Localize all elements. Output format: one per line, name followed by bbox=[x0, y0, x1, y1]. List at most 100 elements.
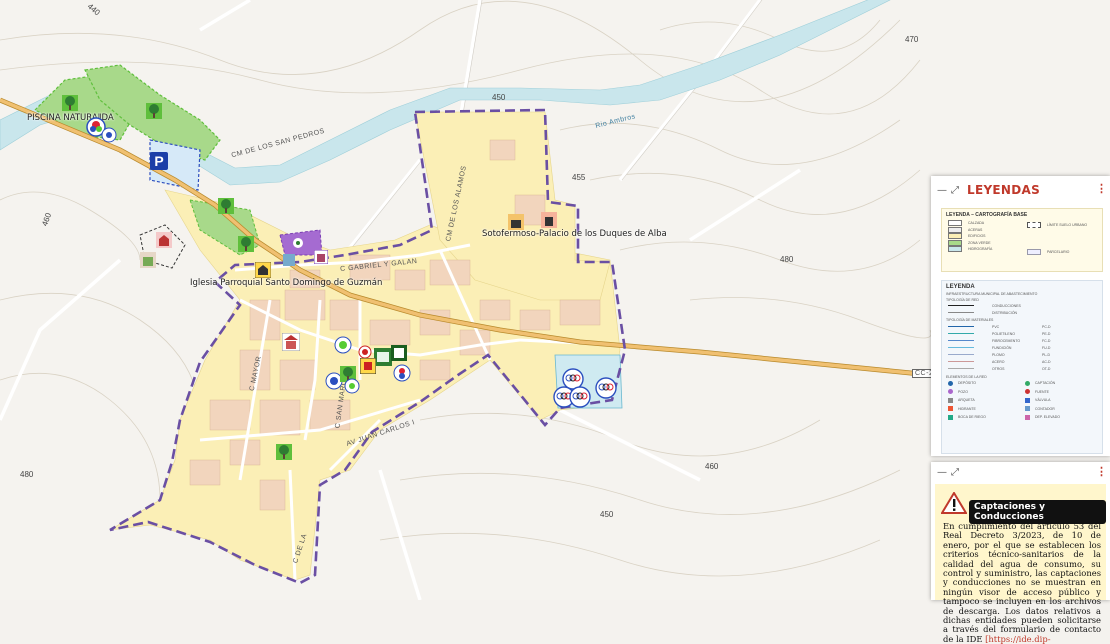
line-swatch bbox=[948, 340, 974, 341]
legend-code: PL-D bbox=[1042, 352, 1050, 357]
office-icon[interactable] bbox=[391, 345, 407, 366]
legend-materials-heading: TIPOLOGÍA DE MATERIALES bbox=[946, 318, 994, 322]
captaciones-text: En cumplimiento del artículo 53 del Real… bbox=[943, 521, 1101, 644]
legend-row: FUENTE bbox=[1025, 389, 1102, 396]
legend-row: ARQUETA bbox=[948, 397, 1025, 404]
legend-base-box: LEYENDA – CARTOGRAFÍA BASE CALZADA ACERA… bbox=[941, 208, 1103, 272]
captaciones-panel-header: — ⤢ ⋮ bbox=[931, 462, 1110, 482]
element-dot bbox=[1025, 414, 1030, 420]
legend-row: POZO bbox=[948, 389, 1025, 396]
swatch bbox=[1027, 248, 1041, 255]
legend-label: CALZADA bbox=[968, 221, 985, 226]
line-swatch bbox=[948, 368, 974, 369]
parking-icon[interactable]: P bbox=[149, 151, 169, 176]
element-dot bbox=[948, 397, 953, 403]
legend-infra-heading: LEYENDA bbox=[946, 284, 975, 290]
legend-code: FU-D bbox=[1042, 345, 1051, 350]
legend-row: PVC PC-D bbox=[948, 323, 1102, 330]
legend-row: FUNDICIÓN FU-D bbox=[948, 344, 1102, 351]
sport-center-icon[interactable] bbox=[393, 364, 411, 387]
park-icon[interactable] bbox=[344, 378, 360, 399]
townhall-icon[interactable] bbox=[313, 249, 329, 269]
legend-row: CONDUCCIONES bbox=[948, 302, 1102, 309]
line-swatch bbox=[948, 304, 974, 307]
legend-row: OTROS OT-D bbox=[948, 365, 1102, 372]
contour-label: 470 bbox=[905, 35, 919, 44]
expand-icon[interactable]: ⤢ bbox=[951, 185, 959, 196]
legend-row: FIBROCEMENTO FC-D bbox=[948, 337, 1102, 344]
tree-icon[interactable] bbox=[276, 444, 292, 465]
element-dot bbox=[948, 380, 953, 386]
element-dot bbox=[948, 406, 953, 412]
building-icon[interactable] bbox=[140, 252, 156, 273]
olympic-pool-icon[interactable] bbox=[595, 377, 617, 404]
contour-label: 480 bbox=[780, 255, 794, 264]
element-dot bbox=[948, 414, 953, 420]
legend-label: FUNDICIÓN bbox=[992, 345, 1012, 350]
swatch bbox=[948, 239, 962, 246]
legend-panel: — ⤢ LEYENDAS ⋮ LEYENDA – CARTOGRAFÍA BAS… bbox=[931, 176, 1110, 456]
tree-icon[interactable] bbox=[218, 198, 234, 219]
legend-row: DEP. ELEVADO bbox=[1025, 414, 1102, 421]
legend-label: DEP. ELEVADO bbox=[1035, 415, 1060, 420]
minimize-button[interactable]: — bbox=[937, 185, 947, 196]
cemetery-icon[interactable] bbox=[156, 232, 172, 253]
legend-row: ACERO AC-D bbox=[948, 358, 1102, 365]
castle-icon[interactable] bbox=[508, 214, 524, 235]
legend-title: LEYENDAS bbox=[967, 183, 1041, 197]
school-icon[interactable] bbox=[334, 336, 352, 359]
legend-row: CONTADOR bbox=[1025, 406, 1102, 413]
legend-label: ARQUETA bbox=[958, 398, 975, 403]
element-dot bbox=[1025, 380, 1030, 386]
contour-label: 450 bbox=[492, 93, 506, 102]
legend-label: PARCELARIO bbox=[1047, 249, 1070, 254]
legend-label: ZONA VERDE bbox=[968, 240, 991, 245]
ide-link[interactable]: [https://ide.dip- bbox=[985, 634, 1050, 644]
swatch bbox=[948, 233, 962, 240]
legend-label: PLOMO bbox=[992, 352, 1005, 357]
legend-row: DISTRIBUCIÓN bbox=[948, 309, 1102, 316]
contour-label: 455 bbox=[572, 173, 586, 182]
legend-row: PARCELARIO bbox=[1027, 248, 1087, 256]
legend-row: CAPTACIÓN bbox=[1025, 380, 1102, 387]
legend-label: CAPTACIÓN bbox=[1035, 381, 1056, 386]
monument-icon[interactable] bbox=[541, 212, 557, 233]
legend-code: PE-D bbox=[1042, 331, 1051, 336]
tree-icon[interactable] bbox=[238, 236, 254, 257]
contour-label: 450 bbox=[600, 510, 614, 519]
pharmacy-icon[interactable] bbox=[359, 357, 377, 379]
line-swatch bbox=[948, 361, 974, 362]
element-dot bbox=[1025, 389, 1030, 395]
tree-icon[interactable] bbox=[62, 95, 78, 116]
info-icon[interactable] bbox=[283, 253, 295, 271]
legend-row: BOCA DE RIEGO bbox=[948, 414, 1025, 421]
menu-icon[interactable]: ⋮ bbox=[1096, 182, 1107, 195]
legend-infra-box: LEYENDA INFRAESTRUCTURA MUNICIPAL DE ABA… bbox=[941, 280, 1103, 454]
element-dot bbox=[1025, 406, 1030, 412]
line-swatch bbox=[948, 333, 974, 334]
captaciones-body: En cumplimiento del artículo 53 del Real… bbox=[943, 521, 1101, 644]
legend-label: DISTRIBUCIÓN bbox=[992, 310, 1018, 315]
legend-label: CONTADOR bbox=[1035, 406, 1055, 411]
olympic-pool-icon[interactable] bbox=[569, 386, 591, 413]
museum-icon[interactable] bbox=[281, 332, 301, 356]
library-icon[interactable] bbox=[374, 348, 392, 371]
swimmer-icon[interactable] bbox=[101, 127, 117, 148]
legend-label: HIDRANTE bbox=[958, 406, 976, 411]
legend-label: BOCA DE RIEGO bbox=[958, 415, 986, 420]
legend-infra-subheading: INFRAESTRUCTURA MUNICIPAL DE ABASTECIMIE… bbox=[946, 292, 1038, 296]
tree-icon[interactable] bbox=[146, 103, 162, 124]
legend-row: VÁLVULA bbox=[1025, 397, 1102, 404]
line-swatch bbox=[948, 354, 974, 355]
menu-icon[interactable]: ⋮ bbox=[1096, 465, 1107, 478]
legend-label: FIBROCEMENTO bbox=[992, 338, 1021, 343]
legend-label: ACERO bbox=[992, 359, 1005, 364]
church-icon[interactable] bbox=[254, 261, 272, 283]
minimize-button[interactable]: — bbox=[937, 467, 947, 478]
swatch bbox=[1027, 222, 1041, 229]
legend-code: OT-D bbox=[1042, 366, 1051, 371]
legend-label: LÍMITE SUELO URBANO bbox=[1047, 223, 1088, 228]
expand-icon[interactable]: ⤢ bbox=[951, 467, 959, 478]
legend-label: POLIETILENO bbox=[992, 331, 1015, 336]
legend-code: FC-D bbox=[1042, 338, 1051, 343]
